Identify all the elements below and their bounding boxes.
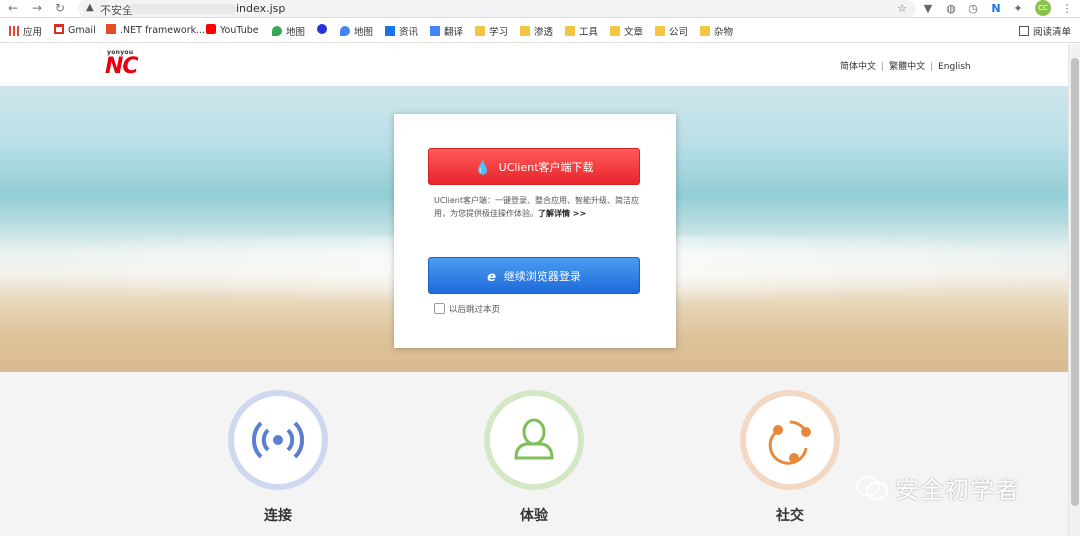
feature-social-label: 社交 (776, 508, 804, 524)
wechat-icon (856, 476, 888, 500)
bookmark-dotnet[interactable]: .NET framework... (106, 24, 205, 36)
extensions-puzzle-icon[interactable]: ✦ (1011, 2, 1025, 16)
reload-icon[interactable]: ↻ (55, 1, 65, 15)
bookmark-folder-tools[interactable]: 工具 (565, 24, 598, 38)
skip-page-option[interactable]: 以后跳过本页 (434, 303, 500, 315)
folder-icon (700, 26, 710, 36)
login-card: 💧 UClient客户端下载 UClient客户端：一键登录、整合应用、智能升级、… (394, 114, 676, 348)
reading-list-icon (1019, 26, 1029, 36)
bookmark-gmail[interactable]: Gmail (54, 24, 96, 36)
redacted-url (130, 4, 236, 14)
bookmark-news[interactable]: 资讯 (385, 24, 418, 38)
extension-v-icon[interactable]: ▼ (921, 2, 935, 16)
profile-avatar[interactable]: CC (1035, 0, 1051, 16)
extension-circle-icon[interactable]: ◍ (944, 2, 958, 16)
page-scrollbar[interactable] (1068, 44, 1080, 536)
browser-login-button[interactable]: e 继续浏览器登录 (428, 257, 640, 294)
skip-checkbox[interactable] (434, 303, 445, 314)
url-path: index.jsp (236, 2, 286, 15)
feature-social-circle (740, 390, 840, 490)
baidu-paw-icon (317, 24, 327, 34)
connection-signal-icon (251, 421, 305, 459)
c-icon (106, 24, 116, 34)
address-bar[interactable]: ▲ 不安全 index.jsp ☆ (78, 0, 916, 17)
logo-nc: NC (105, 54, 139, 79)
star-icon[interactable]: ☆ (895, 2, 909, 16)
forward-icon[interactable]: → (32, 1, 42, 15)
youtube-icon (206, 24, 216, 34)
news-icon (385, 26, 395, 36)
folder-icon (520, 26, 530, 36)
folder-icon (565, 26, 575, 36)
uclient-description: UClient客户端：一键登录、整合应用、智能升级、简洁应用，为您提供极佳操作体… (434, 196, 640, 218)
folder-icon (610, 26, 620, 36)
folder-icon (655, 26, 665, 36)
insecure-label: 不安全 (100, 4, 133, 17)
lang-traditional-chinese[interactable]: 繁體中文 (889, 62, 925, 72)
extension-clock-icon[interactable]: ◷ (966, 2, 980, 16)
lang-simplified-chinese[interactable]: 简体中文 (840, 62, 876, 72)
learn-more-link[interactable]: 了解详情 >> (538, 209, 586, 218)
maps-icon (340, 26, 350, 36)
menu-dots-icon[interactable]: ⋮ (1060, 2, 1074, 16)
warning-icon: ▲ (86, 2, 94, 13)
ie-browser-icon: e (487, 270, 496, 285)
back-icon[interactable]: ← (8, 1, 18, 15)
feature-connection-label: 连接 (264, 508, 292, 524)
bookmark-folder-articles[interactable]: 文章 (610, 24, 643, 38)
browser-toolbar: ← → ↻ ▲ 不安全 index.jsp ☆ ▼ ◍ ◷ N ✦ CC ⋮ (0, 0, 1080, 18)
apps-grid-icon (9, 26, 19, 36)
uclient-download-button[interactable]: 💧 UClient客户端下载 (428, 148, 640, 185)
translate-icon (430, 26, 440, 36)
bookmark-apps[interactable]: 应用 (9, 24, 42, 38)
extension-n-icon[interactable]: N (989, 2, 1003, 16)
social-share-icon (768, 420, 811, 465)
bookmark-folder-pentest[interactable]: 渗透 (520, 24, 553, 38)
bookmark-youtube[interactable]: YouTube (206, 24, 259, 36)
bookmark-translate[interactable]: 翻译 (430, 24, 463, 38)
bookmark-maps-1[interactable]: 地图 (272, 24, 305, 38)
bookmark-baidu[interactable] (317, 24, 331, 36)
maps-icon (272, 26, 282, 36)
bookmark-folder-misc[interactable]: 杂物 (700, 24, 733, 38)
bookmark-folder-company[interactable]: 公司 (655, 24, 688, 38)
wechat-watermark: 安全初学者 (855, 470, 1020, 505)
feature-experience-label: 体验 (520, 508, 548, 524)
language-switcher: 简体中文 | 繁體中文 | English (840, 62, 971, 72)
site-header: yonyou NC 简体中文 | 繁體中文 | English (0, 44, 1068, 86)
droplet-icon: 💧 (474, 161, 491, 176)
reading-list[interactable]: 阅读清单 (1019, 24, 1071, 38)
folder-icon (475, 26, 485, 36)
bookmark-maps-2[interactable]: 地图 (340, 24, 373, 38)
bookmark-folder-study[interactable]: 学习 (475, 24, 508, 38)
lang-english[interactable]: English (938, 62, 971, 72)
bookmarks-bar: 应用 Gmail .NET framework... YouTube 地图 地图… (0, 19, 1080, 43)
features-section: 连接 体验 社交 (0, 372, 1068, 536)
scrollbar-thumb[interactable] (1071, 58, 1079, 506)
feature-connection-circle (228, 390, 328, 490)
feature-experience-circle (484, 390, 584, 490)
user-person-icon (514, 418, 554, 460)
gmail-icon (54, 24, 64, 34)
